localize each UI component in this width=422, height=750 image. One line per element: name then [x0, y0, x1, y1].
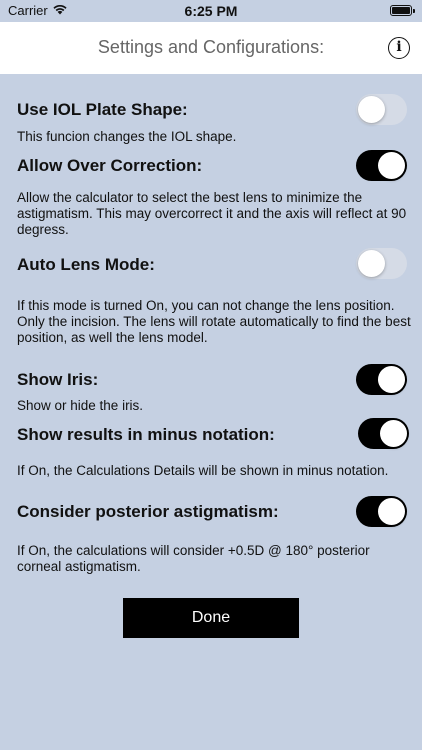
toggle-knob: [358, 250, 385, 277]
setting-title-posterior-astigmatism: Consider posterior astigmatism:: [17, 502, 279, 521]
setting-desc-over-correction: Allow the calculator to select the best …: [17, 190, 407, 237]
setting-desc-posterior-astigmatism: If On, the calculations will consider +0…: [17, 543, 370, 574]
info-icon[interactable]: i: [388, 37, 410, 59]
setting-title-show-iris: Show Iris:: [17, 370, 99, 389]
setting-title-over-correction: Allow Over Correction:: [17, 156, 203, 175]
setting-desc-auto-lens-mode: If this mode is turned On, you can not c…: [17, 298, 411, 345]
toggle-show-iris[interactable]: [356, 364, 407, 395]
status-bar: Carrier 6:25 PM: [0, 0, 422, 22]
setting-desc-show-iris: Show or hide the iris.: [17, 398, 144, 413]
toggle-knob: [358, 96, 385, 123]
battery-icon: [390, 5, 415, 16]
status-time: 6:25 PM: [184, 3, 238, 19]
toggle-posterior-astigmatism[interactable]: [356, 496, 407, 527]
toggle-knob: [378, 366, 405, 393]
page-title: Settings and Configurations:: [97, 37, 325, 57]
setting-title-iol-plate-shape: Use IOL Plate Shape:: [17, 100, 188, 119]
toggle-over-correction[interactable]: [356, 150, 407, 181]
done-button[interactable]: Done: [123, 598, 299, 638]
setting-title-auto-lens-mode: Auto Lens Mode:: [17, 255, 155, 274]
setting-desc-iol-plate-shape: This funcion changes the IOL shape.: [17, 129, 237, 144]
toggle-iol-plate-shape[interactable]: [356, 94, 407, 125]
setting-desc-minus-notation: If On, the Calculations Details will be …: [17, 463, 389, 478]
toggle-minus-notation[interactable]: [358, 418, 409, 449]
toggle-auto-lens-mode[interactable]: [356, 248, 407, 279]
toggle-knob: [380, 420, 407, 447]
toggle-knob: [378, 498, 405, 525]
toggle-knob: [378, 152, 405, 179]
setting-title-minus-notation: Show results in minus notation:: [17, 425, 275, 444]
navigation-bar: Settings and Configurations: i: [0, 22, 422, 74]
